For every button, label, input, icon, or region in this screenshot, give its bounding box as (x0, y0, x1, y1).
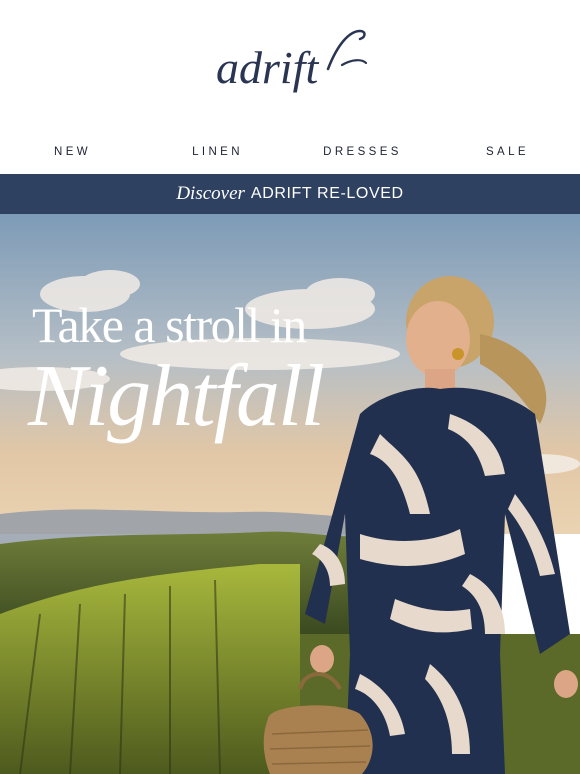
banner-name: ADRIFT RE-LOVED (250, 185, 404, 202)
hero-line1: Take a stroll in (32, 297, 307, 353)
hero-headline: Take a stroll in Nightfall (28, 297, 325, 442)
email-header: adrift (0, 0, 580, 130)
reloved-banner[interactable]: Discover ADRIFT RE-LOVED (0, 174, 580, 214)
nav-item-new[interactable]: NEW (3, 146, 143, 158)
nav-item-dresses[interactable]: DRESSES (293, 146, 433, 158)
nav-item-linen[interactable]: LINEN (148, 146, 288, 158)
svg-text:adrift: adrift (216, 42, 319, 93)
adrift-logo[interactable]: adrift (210, 25, 370, 105)
main-nav: NEW LINEN DRESSES SALE (0, 130, 580, 174)
nav-item-sale[interactable]: SALE (438, 146, 578, 158)
banner-discover: Discover (176, 183, 245, 204)
hero-image[interactable]: Take a stroll in Nightfall (0, 214, 580, 774)
hero-line2: Nightfall (28, 348, 325, 445)
